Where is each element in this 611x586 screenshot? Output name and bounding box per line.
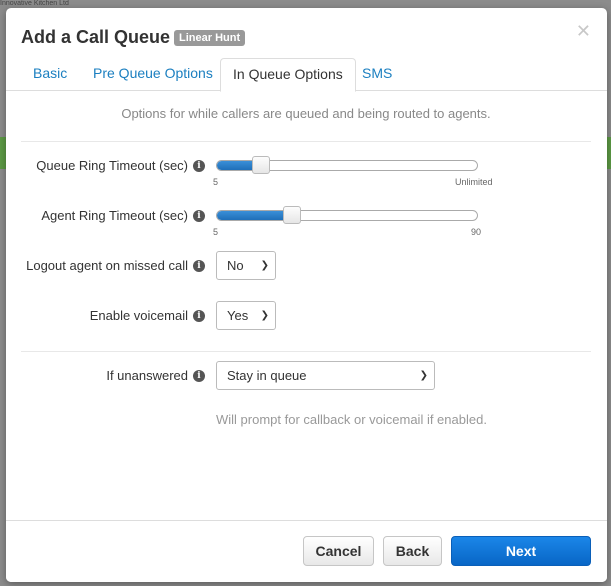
slider-handle[interactable] bbox=[252, 156, 271, 174]
close-icon[interactable]: ✕ bbox=[576, 21, 591, 42]
divider bbox=[21, 141, 591, 142]
chevron-down-icon: ❯ bbox=[419, 370, 428, 381]
slider-max-label: 90 bbox=[471, 227, 482, 237]
if-unanswered-label: If unanswered bbox=[106, 368, 188, 383]
tab-bar: Basic Pre Queue Options In Queue Options… bbox=[6, 58, 607, 92]
modal-header: Add a Call Queue Linear Hunt ✕ bbox=[6, 8, 607, 60]
enable-voicemail-label: Enable voicemail bbox=[89, 308, 188, 323]
info-icon[interactable]: i bbox=[193, 160, 205, 172]
add-call-queue-modal: Add a Call Queue Linear Hunt ✕ Basic Pre… bbox=[6, 8, 607, 582]
chevron-down-icon: ❯ bbox=[260, 260, 269, 271]
tab-sms[interactable]: SMS bbox=[350, 58, 404, 91]
cancel-button[interactable]: Cancel bbox=[303, 536, 374, 566]
select-value: No bbox=[227, 258, 244, 273]
tab-in-queue-options[interactable]: In Queue Options bbox=[220, 58, 356, 92]
agent-ring-timeout-slider[interactable] bbox=[216, 206, 478, 224]
info-icon[interactable]: i bbox=[193, 210, 205, 222]
info-icon[interactable]: i bbox=[193, 310, 205, 322]
if-unanswered-help: Will prompt for callback or voicemail if… bbox=[216, 412, 487, 427]
slider-handle[interactable] bbox=[283, 206, 302, 224]
tab-basic[interactable]: Basic bbox=[21, 58, 79, 91]
background-app-text: Innovative Kitchen Ltd bbox=[0, 0, 69, 7]
tab-pre-queue-options[interactable]: Pre Queue Options bbox=[81, 58, 225, 91]
next-button[interactable]: Next bbox=[451, 536, 591, 566]
back-button[interactable]: Back bbox=[383, 536, 442, 566]
intro-text: Options for while callers are queued and… bbox=[121, 106, 491, 121]
info-icon[interactable]: i bbox=[193, 370, 205, 382]
agent-ring-timeout-label: Agent Ring Timeout (sec) bbox=[41, 208, 188, 223]
select-value: Stay in queue bbox=[227, 368, 307, 383]
select-value: Yes bbox=[227, 308, 249, 323]
queue-ring-timeout-label: Queue Ring Timeout (sec) bbox=[36, 158, 188, 173]
slider-min-label: 5 bbox=[213, 177, 219, 187]
chevron-down-icon: ❯ bbox=[260, 310, 269, 321]
modal-footer: Cancel Back Next bbox=[6, 520, 607, 582]
slider-max-label: Unlimited bbox=[455, 177, 493, 187]
info-icon[interactable]: i bbox=[193, 260, 205, 272]
logout-on-missed-select[interactable]: No ❯ bbox=[216, 251, 276, 280]
divider bbox=[21, 351, 591, 352]
logout-on-missed-label: Logout agent on missed call bbox=[26, 258, 188, 273]
queue-type-badge: Linear Hunt bbox=[174, 30, 246, 46]
queue-ring-timeout-slider[interactable] bbox=[216, 156, 478, 174]
slider-min-label: 5 bbox=[213, 227, 219, 237]
slider-fill bbox=[217, 211, 293, 220]
if-unanswered-select[interactable]: Stay in queue ❯ bbox=[216, 361, 435, 390]
enable-voicemail-select[interactable]: Yes ❯ bbox=[216, 301, 276, 330]
modal-title: Add a Call Queue bbox=[21, 27, 171, 47]
